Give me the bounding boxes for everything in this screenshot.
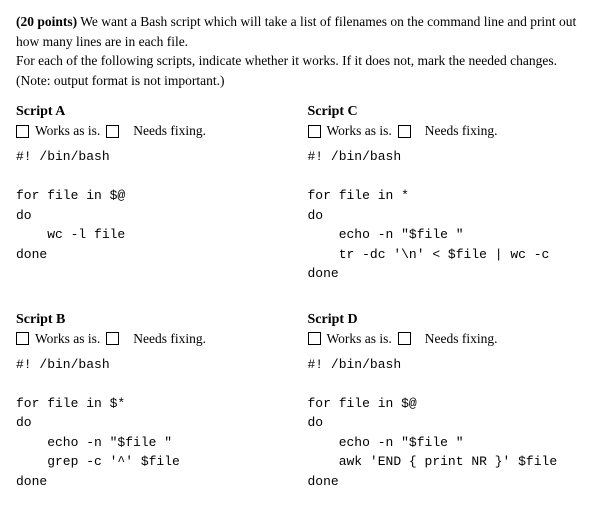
script-d-code: #! /bin/bash for file in $@ do echo -n "… xyxy=(308,355,580,492)
script-c-works-checkbox[interactable] xyxy=(308,125,321,138)
script-b-title: Script B xyxy=(16,312,288,328)
script-d-works-label: Works as is. xyxy=(327,331,392,347)
script-c-works-label: Works as is. xyxy=(327,123,392,139)
instructions-text: (20 points) We want a Bash script which … xyxy=(16,12,579,90)
script-block-d: Script D Works as is. Needs fixing. #! /… xyxy=(308,312,580,492)
script-b-needs-label: Needs fixing. xyxy=(133,331,206,347)
script-d-needs-label: Needs fixing. xyxy=(425,331,498,347)
script-c-needs-checkbox[interactable] xyxy=(398,125,411,138)
script-a-code: #! /bin/bash for file in $@ do wc -l fil… xyxy=(16,147,288,264)
script-a-works-label: Works as is. xyxy=(35,123,100,139)
instructions-block: (20 points) We want a Bash script which … xyxy=(16,12,579,90)
script-c-needs-label: Needs fixing. xyxy=(425,123,498,139)
script-d-works-row: Works as is. Needs fixing. xyxy=(308,331,580,347)
script-c-works-row: Works as is. Needs fixing. xyxy=(308,123,580,139)
script-block-a: Script A Works as is. Needs fixing. #! /… xyxy=(16,104,288,284)
script-d-works-checkbox[interactable] xyxy=(308,332,321,345)
script-d-needs-checkbox[interactable] xyxy=(398,332,411,345)
points-label: (20 points) xyxy=(16,14,77,29)
script-block-b: Script B Works as is. Needs fixing. #! /… xyxy=(16,312,288,492)
script-b-works-label: Works as is. xyxy=(35,331,100,347)
script-a-works-checkbox[interactable] xyxy=(16,125,29,138)
script-a-needs-label: Needs fixing. xyxy=(133,123,206,139)
script-d-title: Script D xyxy=(308,312,580,328)
script-a-title: Script A xyxy=(16,104,288,120)
script-a-works-row: Works as is. Needs fixing. xyxy=(16,123,288,139)
script-c-title: Script C xyxy=(308,104,580,120)
script-b-works-checkbox[interactable] xyxy=(16,332,29,345)
script-c-code: #! /bin/bash for file in * do echo -n "$… xyxy=(308,147,580,284)
script-block-c: Script C Works as is. Needs fixing. #! /… xyxy=(308,104,580,284)
script-b-needs-checkbox[interactable] xyxy=(106,332,119,345)
scripts-grid: Script A Works as is. Needs fixing. #! /… xyxy=(16,104,579,509)
script-b-code: #! /bin/bash for file in $* do echo -n "… xyxy=(16,355,288,492)
script-a-needs-checkbox[interactable] xyxy=(106,125,119,138)
script-b-works-row: Works as is. Needs fixing. xyxy=(16,331,288,347)
